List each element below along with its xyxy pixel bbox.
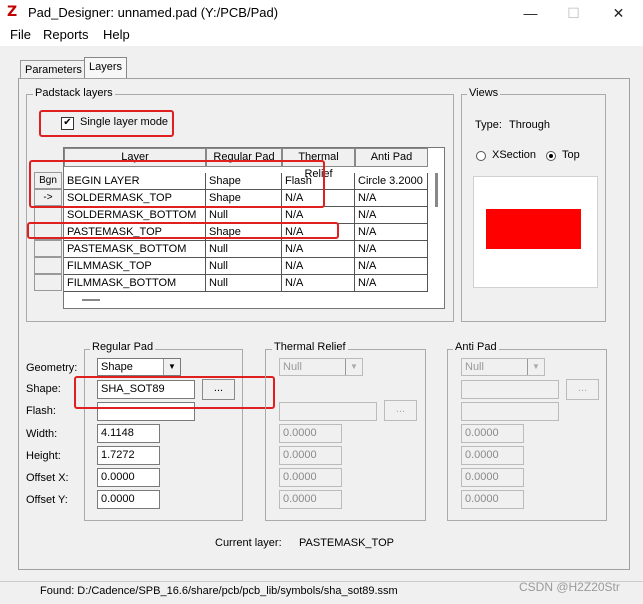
menu-reports[interactable]: Reports xyxy=(43,27,89,42)
pad-preview-shape xyxy=(486,209,581,249)
chevron-down-icon: ▼ xyxy=(345,359,362,375)
grid-cell[interactable]: N/A xyxy=(355,275,428,292)
anti-pad-label: Anti Pad xyxy=(453,341,499,353)
chevron-down-icon: ▼ xyxy=(163,359,180,375)
anti-pad-offset-x-input[interactable]: 0.0000 xyxy=(461,468,524,487)
grid-cell[interactable]: N/A xyxy=(282,241,355,258)
regular-pad-width-input[interactable]: 4.1148 xyxy=(97,424,160,443)
grid-cell[interactable]: Null xyxy=(206,258,282,275)
xsection-radio[interactable] xyxy=(476,151,486,161)
regular-pad-offset-y-input[interactable]: 0.0000 xyxy=(97,490,160,509)
watermark: CSDN @H2Z20Str xyxy=(519,580,620,594)
highlight-pastemask-top-box xyxy=(27,222,339,239)
thermal-relief-offset-x-input[interactable]: 0.0000 xyxy=(279,468,342,487)
regular-pad-geometry-value: Shape xyxy=(101,361,133,373)
thermal-relief-flash-input[interactable] xyxy=(279,402,377,421)
anti-pad-width-input[interactable]: 0.0000 xyxy=(461,424,524,443)
grid-cell[interactable]: N/A xyxy=(355,241,428,258)
column-header-anti-pad[interactable]: Anti Pad xyxy=(355,148,428,167)
grid-cell[interactable]: N/A xyxy=(355,190,428,207)
grid-scrollbar[interactable] xyxy=(435,173,438,207)
anti-pad-height-input[interactable]: 0.0000 xyxy=(461,446,524,465)
minimize-button[interactable]: — xyxy=(508,0,553,26)
thermal-relief-offset-y-input[interactable]: 0.0000 xyxy=(279,490,342,509)
anti-pad-offset-y-input[interactable]: 0.0000 xyxy=(461,490,524,509)
row-select-button[interactable] xyxy=(34,274,62,291)
grid-cell[interactable]: N/A xyxy=(355,207,428,224)
highlight-single-layer-box xyxy=(39,110,174,137)
app-logo-icon: Z xyxy=(7,4,18,20)
menu-help[interactable]: Help xyxy=(103,27,130,42)
regular-pad-height-input[interactable]: 1.7272 xyxy=(97,446,160,465)
grid-cell[interactable]: PASTEMASK_BOTTOM xyxy=(64,241,206,258)
views-label: Views xyxy=(467,87,501,99)
type-value: Through xyxy=(509,119,550,131)
anti-pad-shape-browse-button[interactable]: ... xyxy=(566,379,599,400)
anti-pad-geometry-select[interactable]: Null ▼ xyxy=(461,358,545,376)
height-label: Height: xyxy=(26,450,61,462)
offset-x-label: Offset X: xyxy=(26,472,69,484)
thermal-relief-geometry-value: Null xyxy=(283,361,302,373)
grid-cell[interactable]: Circle 3.2000 xyxy=(355,173,428,190)
tab-parameters[interactable]: Parameters xyxy=(20,60,87,79)
width-label: Width: xyxy=(26,428,58,440)
status-text: Found: D:/Cadence/SPB_16.6/share/pcb/pcb… xyxy=(40,585,398,597)
grid-cell[interactable]: FILMMASK_BOTTOM xyxy=(64,275,206,292)
close-button[interactable]: ✕ xyxy=(596,0,641,26)
grid-cell[interactable]: N/A xyxy=(282,258,355,275)
top-label: Top xyxy=(562,149,580,161)
anti-pad-flash-input[interactable] xyxy=(461,402,559,421)
type-label: Type: xyxy=(475,119,502,131)
thermal-relief-flash-browse-button[interactable]: ... xyxy=(384,400,417,421)
highlight-begin-soldermask-box xyxy=(29,160,325,208)
grid-cell[interactable]: N/A xyxy=(355,224,428,241)
chevron-down-icon: ▼ xyxy=(527,359,544,375)
highlight-shape-box xyxy=(74,376,275,409)
grid-cell[interactable]: FILMMASK_TOP xyxy=(64,258,206,275)
thermal-relief-width-input[interactable]: 0.0000 xyxy=(279,424,342,443)
offset-y-label: Offset Y: xyxy=(26,494,68,506)
flash-label: Flash: xyxy=(26,405,56,417)
shape-label: Shape: xyxy=(26,383,61,395)
thermal-relief-height-input[interactable]: 0.0000 xyxy=(279,446,342,465)
row-select-button[interactable] xyxy=(34,240,62,257)
padstack-layers-label: Padstack layers xyxy=(33,87,115,99)
menu-bar xyxy=(0,26,643,46)
thermal-relief-label: Thermal Relief xyxy=(272,341,348,353)
grid-cell[interactable]: Null xyxy=(206,275,282,292)
pad-preview-canvas xyxy=(473,176,598,288)
tab-layers[interactable]: Layers xyxy=(84,57,128,79)
grid-cell[interactable]: N/A xyxy=(355,258,428,275)
anti-pad-shape-input[interactable] xyxy=(461,380,559,399)
maximize-button[interactable]: ☐ xyxy=(551,0,596,26)
xsection-label: XSection xyxy=(492,149,537,161)
grid-cell[interactable]: N/A xyxy=(282,275,355,292)
grid-cell[interactable]: Null xyxy=(206,241,282,258)
row-select-button[interactable] xyxy=(34,257,62,274)
regular-pad-offset-x-input[interactable]: 0.0000 xyxy=(97,468,160,487)
regular-pad-geometry-select[interactable]: Shape ▼ xyxy=(97,358,181,376)
regular-pad-label: Regular Pad xyxy=(90,341,156,353)
current-layer-label: Current layer: xyxy=(215,537,282,549)
anti-pad-geometry-value: Null xyxy=(465,361,484,373)
window-title: Pad_Designer: unnamed.pad (Y:/PCB/Pad) xyxy=(28,5,279,20)
thermal-relief-geometry-select[interactable]: Null ▼ xyxy=(279,358,363,376)
row-select-button[interactable] xyxy=(34,206,62,223)
menu-file[interactable]: File xyxy=(10,27,31,42)
grid-horizontal-scrollbar[interactable] xyxy=(82,299,100,301)
geometry-label: Geometry: xyxy=(26,362,78,374)
current-layer-value: PASTEMASK_TOP xyxy=(299,537,394,549)
top-radio[interactable] xyxy=(546,151,556,161)
